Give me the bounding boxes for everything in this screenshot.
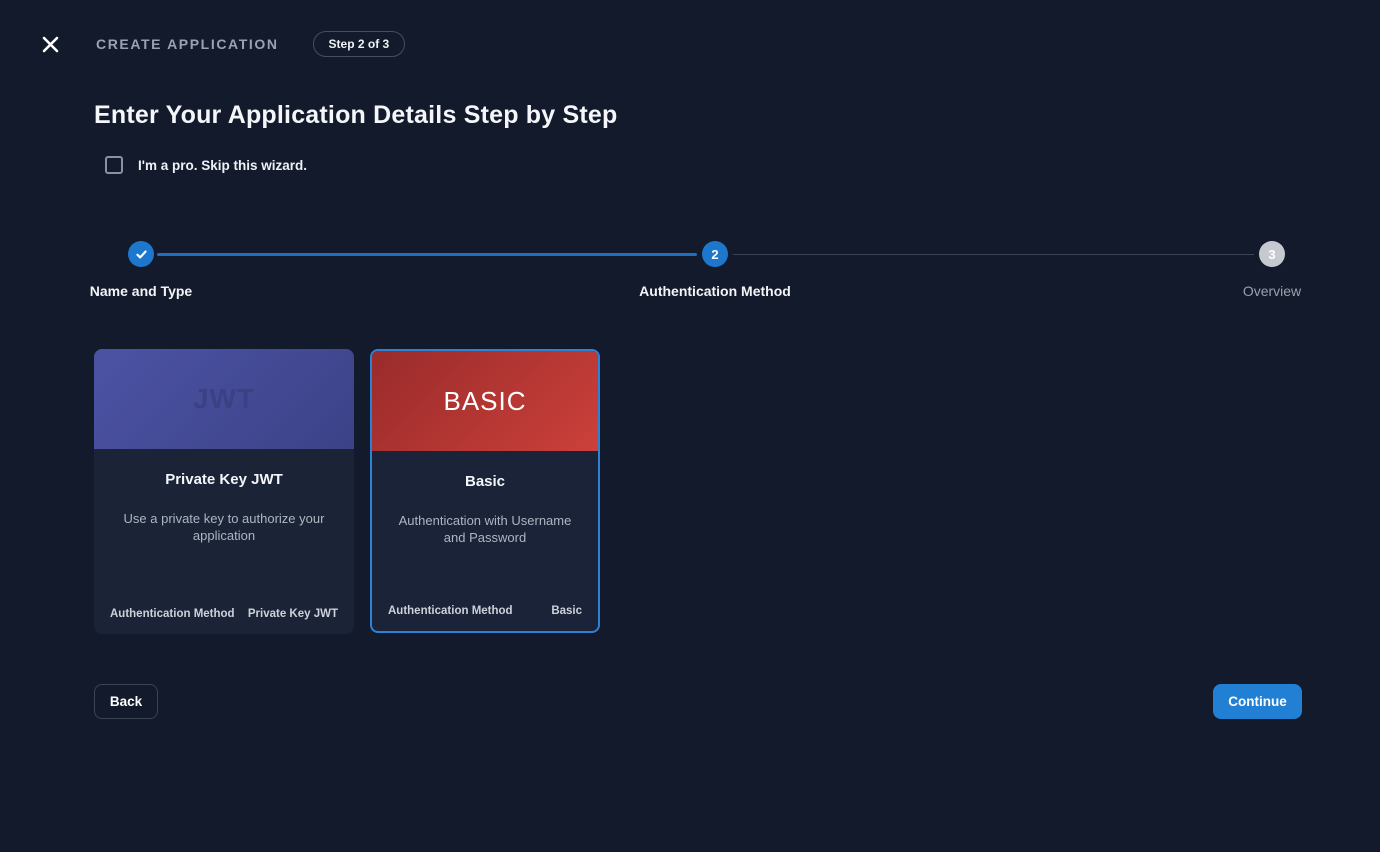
basic-banner-text: BASIC — [443, 386, 526, 417]
step-3-number: 3 — [1268, 247, 1275, 262]
close-icon — [41, 35, 60, 54]
skip-wizard-checkbox[interactable] — [105, 156, 123, 174]
check-icon — [135, 248, 148, 261]
card-title: Private Key JWT — [110, 471, 338, 488]
step-3-indicator: 3 — [1259, 241, 1285, 267]
wizard-title: CREATE APPLICATION — [96, 36, 279, 52]
auth-method-card-private-key-jwt[interactable]: JWT Private Key JWT Use a private key to… — [94, 349, 354, 634]
stepper-line-completed — [157, 253, 697, 256]
basic-card-banner: BASIC — [372, 351, 598, 451]
card-description: Use a private key to authorize your appl… — [114, 510, 334, 544]
back-button[interactable]: Back — [94, 684, 158, 719]
step-1-indicator — [128, 241, 154, 267]
step-3-label: Overview — [1243, 283, 1301, 299]
page-heading: Enter Your Application Details Step by S… — [94, 101, 618, 130]
stepper-line-upcoming — [733, 254, 1254, 255]
card-meta-label: Authentication Method — [388, 605, 513, 617]
jwt-card-body: Private Key JWT Use a private key to aut… — [94, 471, 354, 634]
stepper: 2 3 Name and Type Authentication Method … — [0, 241, 1380, 303]
card-title: Basic — [388, 473, 582, 490]
jwt-banner-text: JWT — [193, 383, 255, 415]
step-2-number: 2 — [711, 247, 718, 262]
close-button[interactable] — [36, 30, 64, 58]
auth-method-card-basic[interactable]: BASIC Basic Authentication with Username… — [370, 349, 600, 633]
basic-card-body: Basic Authentication with Username and P… — [372, 473, 598, 633]
step-badge: Step 2 of 3 — [313, 31, 406, 57]
step-2-label: Authentication Method — [639, 283, 791, 299]
skip-wizard-label[interactable]: I'm a pro. Skip this wizard. — [138, 158, 307, 173]
skip-wizard-row: I'm a pro. Skip this wizard. — [105, 156, 307, 174]
card-meta-value: Basic — [551, 605, 582, 617]
card-description: Authentication with Username and Passwor… — [388, 512, 582, 546]
card-meta-label: Authentication Method — [110, 608, 235, 620]
step-1-label: Name and Type — [90, 283, 192, 299]
jwt-card-banner: JWT — [94, 349, 354, 449]
card-meta-row: Authentication Method Private Key JWT — [110, 608, 338, 620]
card-meta-row: Authentication Method Basic — [388, 605, 582, 617]
step-2-indicator: 2 — [702, 241, 728, 267]
card-meta-value: Private Key JWT — [248, 608, 338, 620]
wizard-top-bar: CREATE APPLICATION Step 2 of 3 — [36, 30, 405, 58]
continue-button[interactable]: Continue — [1213, 684, 1302, 719]
